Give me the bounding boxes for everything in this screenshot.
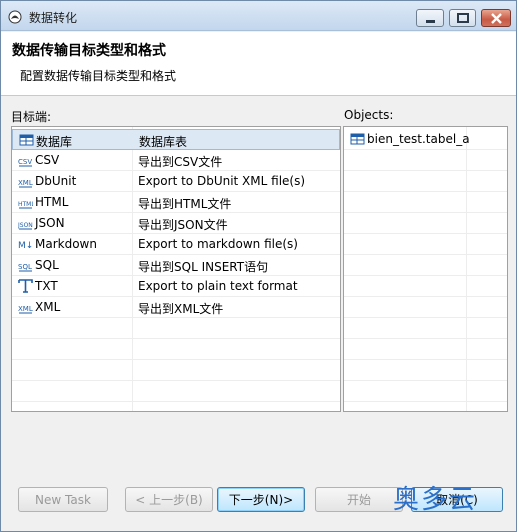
- empty-row: [344, 297, 507, 318]
- target-label: 目标端:: [11, 110, 52, 124]
- target-name: TXT: [35, 279, 58, 293]
- new-task-button[interactable]: New Task: [18, 487, 108, 512]
- header-banner: 数据传输目标类型和格式 配置数据传输目标类型和格式: [1, 32, 516, 96]
- target-name: XML: [35, 300, 61, 314]
- target-row-txt[interactable]: TXT Export to plain text format: [12, 276, 340, 297]
- empty-row: [344, 150, 507, 171]
- empty-row: [12, 318, 340, 339]
- target-name: 数据库: [36, 135, 73, 149]
- app-logo-icon: [8, 10, 22, 24]
- text-format-icon: [18, 279, 33, 293]
- target-row-csv[interactable]: CSV CSV 导出到CSV文件: [12, 150, 340, 171]
- target-row-html[interactable]: HTML HTML 导出到HTML文件: [12, 192, 340, 213]
- back-button[interactable]: < 上一步(B): [125, 487, 213, 512]
- sql-file-icon: SQL: [18, 263, 32, 272]
- target-name: SQL: [35, 258, 59, 272]
- csv-file-icon: CSV: [18, 158, 32, 167]
- svg-text:JSON: JSON: [18, 222, 33, 229]
- svg-text:XML: XML: [18, 305, 33, 313]
- markdown-icon: M↓: [18, 241, 33, 251]
- target-desc: Export to DbUnit XML file(s): [138, 174, 306, 188]
- page-description: 配置数据传输目标类型和格式: [20, 69, 177, 83]
- svg-text:SQL: SQL: [18, 263, 32, 271]
- xml-file-icon: XML: [18, 179, 33, 188]
- empty-row: [344, 234, 507, 255]
- empty-row: [344, 318, 507, 339]
- minimize-icon: [426, 20, 435, 23]
- target-desc: 导出到HTML文件: [138, 197, 232, 211]
- table-icon: [350, 133, 365, 145]
- empty-row: [344, 171, 507, 192]
- empty-row: [12, 381, 340, 402]
- objects-label: Objects:: [344, 108, 394, 122]
- objects-list: bien_test.tabel_a: [343, 126, 508, 412]
- svg-text:HTML: HTML: [18, 201, 33, 208]
- target-name: DbUnit: [35, 174, 77, 188]
- target-row-dbunit[interactable]: XML DbUnit Export to DbUnit XML file(s): [12, 171, 340, 192]
- target-desc: 导出到SQL INSERT语句: [138, 260, 269, 274]
- empty-row: [344, 360, 507, 381]
- empty-row: [344, 381, 507, 402]
- empty-row: [12, 360, 340, 381]
- next-button[interactable]: 下一步(N)>: [217, 487, 305, 512]
- json-file-icon: JSON: [18, 222, 33, 230]
- watermark: 奥多云: [393, 485, 478, 515]
- empty-row: [344, 276, 507, 297]
- target-list: 数据库 数据库表 CSV CSV 导出到CSV文件 XML DbUnit Exp…: [11, 126, 341, 412]
- close-icon: [491, 13, 502, 24]
- start-button[interactable]: 开始: [315, 487, 403, 512]
- target-row-xml[interactable]: XML XML 导出到XML文件: [12, 297, 340, 318]
- target-desc: Export to plain text format: [138, 279, 298, 293]
- target-desc: 导出到JSON文件: [138, 218, 228, 232]
- target-desc: 数据库表: [139, 135, 188, 149]
- target-row-markdown[interactable]: M↓ Markdown Export to markdown file(s): [12, 234, 340, 255]
- svg-text:M↓: M↓: [18, 241, 33, 251]
- empty-row: [12, 339, 340, 360]
- empty-row: [344, 213, 507, 234]
- window-title: 数据转化: [29, 11, 78, 25]
- svg-text:XML: XML: [18, 179, 33, 187]
- close-button[interactable]: [481, 9, 511, 27]
- target-name: CSV: [35, 153, 60, 167]
- maximize-button[interactable]: [449, 9, 476, 27]
- target-desc: Export to markdown file(s): [138, 237, 298, 251]
- data-transfer-dialog: 数据转化 数据传输目标类型和格式 配置数据传输目标类型和格式 目标端: Obje…: [0, 0, 517, 532]
- target-name: JSON: [35, 216, 65, 230]
- minimize-button[interactable]: [416, 9, 444, 27]
- empty-row: [344, 255, 507, 276]
- object-row[interactable]: bien_test.tabel_a: [344, 129, 507, 150]
- target-name: Markdown: [35, 237, 97, 251]
- target-desc: 导出到XML文件: [138, 302, 224, 316]
- xml-file-icon: XML: [18, 305, 33, 314]
- target-row-database[interactable]: 数据库 数据库表: [12, 129, 340, 150]
- object-name: bien_test.tabel_a: [367, 132, 470, 146]
- empty-row: [344, 339, 507, 360]
- maximize-icon: [457, 13, 469, 23]
- target-row-sql[interactable]: SQL SQL 导出到SQL INSERT语句: [12, 255, 340, 276]
- database-table-icon: [19, 134, 34, 146]
- title-bar: 数据转化: [1, 1, 516, 31]
- target-row-json[interactable]: JSON JSON 导出到JSON文件: [12, 213, 340, 234]
- html-file-icon: HTML: [18, 201, 33, 209]
- svg-text:CSV: CSV: [18, 158, 32, 166]
- empty-row: [344, 192, 507, 213]
- target-name: HTML: [35, 195, 69, 209]
- target-desc: 导出到CSV文件: [138, 155, 223, 169]
- page-title: 数据传输目标类型和格式: [12, 43, 166, 59]
